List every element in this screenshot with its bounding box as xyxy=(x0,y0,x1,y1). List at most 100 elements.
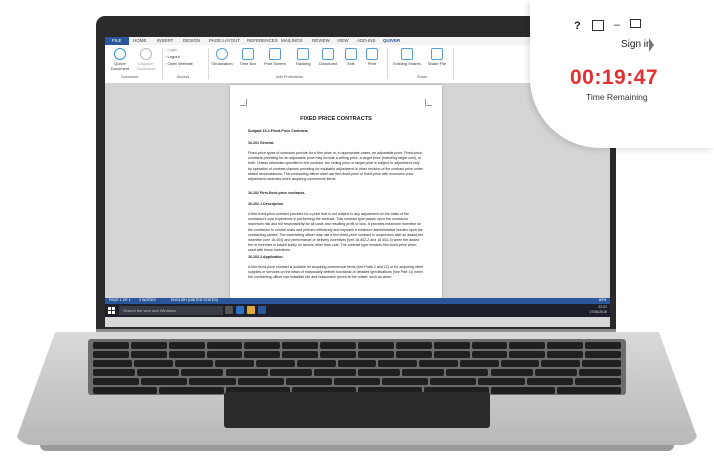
keyboard-key xyxy=(206,351,243,358)
tab-insert[interactable]: INSERT xyxy=(157,38,173,43)
geolocation-button[interactable]: Geolocation xyxy=(209,48,235,66)
time-box-button[interactable]: Time Box xyxy=(237,48,259,66)
tab-add-ins[interactable]: ADD-INS xyxy=(357,38,376,43)
share-file-button[interactable]: Share File xyxy=(425,48,449,66)
zoom-level[interactable]: 80% xyxy=(599,298,606,302)
group-label-access: Access xyxy=(177,75,190,79)
page-count[interactable]: PAGE 1 OF 1 xyxy=(109,298,131,302)
word-app-icon[interactable] xyxy=(258,306,266,314)
open-website-button[interactable]: ▫ Open Website xyxy=(165,61,193,66)
language-indicator[interactable]: ENGLISH (UNITED STATES) xyxy=(171,298,218,302)
section-body: A firm-fixed-price contract is suitable … xyxy=(248,265,424,280)
unquiver-logo-icon xyxy=(140,48,152,60)
keyboard-key xyxy=(93,378,140,385)
existing-shares-icon xyxy=(401,48,413,60)
keyboard-key xyxy=(244,351,281,358)
crop-mark xyxy=(425,99,432,106)
tab-references[interactable]: REFERENCES xyxy=(247,38,278,43)
tab-design[interactable]: DESIGN xyxy=(183,38,200,43)
group-separator xyxy=(162,48,163,79)
minimize-button[interactable]: – xyxy=(614,19,620,31)
tab-file[interactable]: FILE xyxy=(105,37,129,45)
keyboard-key xyxy=(582,360,621,367)
download-button[interactable]: Download xyxy=(316,48,340,66)
file-explorer-icon[interactable] xyxy=(247,306,255,314)
keyboard-key xyxy=(256,360,295,367)
keyboard-key xyxy=(378,360,418,367)
section-heading: 16.202-2 Application. xyxy=(248,255,284,259)
laptop-keyboard xyxy=(88,339,626,395)
tab-view[interactable]: VIEW xyxy=(337,38,349,43)
keyboard-key xyxy=(282,351,319,358)
restore-window-icon[interactable] xyxy=(630,19,641,28)
quiver-document-button[interactable]: Quiver Document xyxy=(107,48,133,71)
tab-quiver[interactable]: QUIVER xyxy=(383,38,400,43)
keyboard-key xyxy=(478,378,525,385)
keyboard-key xyxy=(490,369,533,376)
document-title: FIXED PRICE CONTRACTS xyxy=(300,116,372,122)
edit-button[interactable]: Edit xyxy=(343,48,359,66)
download-icon xyxy=(322,48,334,60)
keyboard-key xyxy=(541,360,581,367)
keyboard-key xyxy=(93,369,136,376)
keyboard-key xyxy=(174,360,214,367)
login-button[interactable]: ▫ Login xyxy=(165,47,177,52)
group-label-share: Share xyxy=(417,75,428,79)
windows-start-icon[interactable] xyxy=(108,307,115,314)
sign-in-link[interactable]: Sign in xyxy=(621,39,652,50)
word-count[interactable]: 3 WORDS xyxy=(139,298,156,302)
keyboard-key xyxy=(206,342,243,349)
keyboard-key xyxy=(585,342,621,349)
keyboard-key xyxy=(395,351,432,358)
taskbar-clock[interactable]: 22:21 27/06/2015 xyxy=(583,305,607,315)
keyboard-key xyxy=(509,351,546,358)
quiver-logo-icon xyxy=(114,48,126,60)
share-file-icon xyxy=(431,48,443,60)
tab-review[interactable]: REVIEW xyxy=(312,38,330,43)
keyboard-key xyxy=(181,369,224,376)
tab-home[interactable]: HOME xyxy=(133,38,147,43)
existing-shares-button[interactable]: Existing Shares xyxy=(391,48,423,66)
keyboard-key xyxy=(269,369,312,376)
section-heading: 16.201 General. xyxy=(248,141,275,145)
time-remaining-label: Time Remaining xyxy=(586,92,648,102)
document-subpart: Subpart 16.2-Fixed-Price Contracts xyxy=(248,129,308,133)
keyboard-key xyxy=(93,342,129,349)
group-label-document: Document xyxy=(121,75,139,79)
keyboard-key xyxy=(471,342,508,349)
keyboard-key xyxy=(547,342,584,349)
group-label-add-protections: Add Protections xyxy=(276,75,303,79)
ribbon-display-options-icon[interactable] xyxy=(592,20,604,31)
keyboard-key xyxy=(490,387,555,394)
tracking-icon xyxy=(297,48,309,60)
keyboard-key xyxy=(446,369,489,376)
keyboard-key xyxy=(237,378,284,385)
keyboard-key xyxy=(296,360,336,367)
help-button[interactable]: ? xyxy=(574,20,581,32)
unquiver-document-button[interactable]: Unquiver Document xyxy=(133,48,159,71)
taskbar-date: 27/06/2015 xyxy=(589,310,607,314)
tracking-button[interactable]: Tracking xyxy=(291,48,315,66)
logout-button[interactable]: ▫ Logout xyxy=(165,54,180,59)
keyboard-key xyxy=(225,369,268,376)
keyboard-key xyxy=(244,342,281,349)
taskbar-search-input[interactable]: Search the web and Windows xyxy=(119,306,223,315)
keyboard-key xyxy=(585,351,621,358)
keyboard-key xyxy=(141,378,188,385)
keyboard-key xyxy=(358,369,401,376)
tab-mailings[interactable]: MAILINGS xyxy=(281,38,303,43)
keyboard-key xyxy=(459,360,499,367)
task-view-icon[interactable] xyxy=(225,306,233,314)
group-separator xyxy=(387,48,388,79)
print-button[interactable]: Print xyxy=(363,48,381,66)
tab-page-layout[interactable]: PAGE LAYOUT xyxy=(209,38,240,43)
keyboard-key xyxy=(189,378,236,385)
keyboard-key xyxy=(509,342,546,349)
keyboard-key xyxy=(534,369,577,376)
print-screen-button[interactable]: Print Screen xyxy=(262,48,288,66)
document-page[interactable]: FIXED PRICE CONTRACTS Subpart 16.2-Fixed… xyxy=(230,85,442,298)
keyboard-key xyxy=(130,342,167,349)
keyboard-key xyxy=(574,378,621,385)
keyboard-key xyxy=(313,369,356,376)
edge-browser-icon[interactable] xyxy=(236,306,244,314)
